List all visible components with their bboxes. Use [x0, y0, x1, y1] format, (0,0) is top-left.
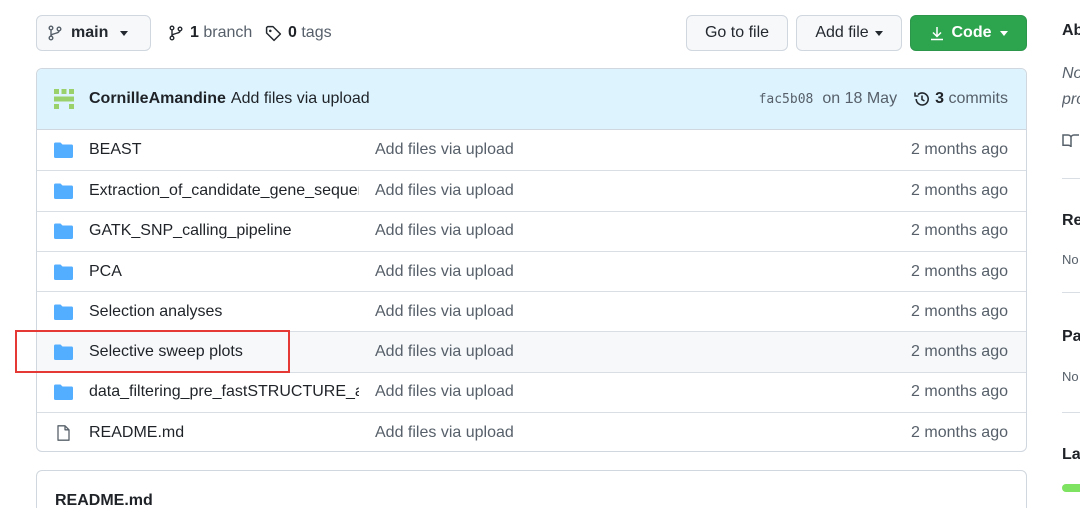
file-commit-age: 2 months ago: [911, 383, 1008, 401]
file-commit-message-link[interactable]: Add files via upload: [375, 303, 514, 321]
file-name-link[interactable]: Selection analyses: [89, 303, 359, 321]
commits-label: commits: [948, 90, 1008, 107]
chevron-down-icon: [120, 30, 129, 36]
commits-link[interactable]: 3 commits: [913, 90, 1008, 108]
folder-icon: [54, 223, 73, 240]
file-commit-message-link[interactable]: Add files via upload: [375, 263, 514, 281]
download-icon: [930, 26, 943, 40]
commit-sha[interactable]: fac5b08: [759, 92, 814, 107]
file-name-link[interactable]: README.md: [89, 424, 359, 442]
packages-note: No: [1062, 369, 1079, 384]
repository-page: main 1 branch 0 tags Go to file Add file…: [0, 0, 1080, 508]
file-commit-message-link[interactable]: Add files via upload: [375, 182, 514, 200]
folder-icon: [54, 142, 73, 159]
packages-heading[interactable]: Pa: [1062, 328, 1080, 346]
add-file-button[interactable]: Add file: [796, 15, 902, 51]
about-description-line2: pro: [1062, 91, 1080, 108]
branches-count: 1: [190, 24, 199, 41]
file-commit-age: 2 months ago: [911, 343, 1008, 361]
file-row[interactable]: Selection analyses Add files via upload 2 …: [37, 291, 1026, 331]
file-row[interactable]: BEAST Add files via upload 2 months ago: [37, 130, 1026, 170]
file-name-link[interactable]: Selective sweep plots: [89, 343, 359, 361]
folder-icon: [54, 264, 73, 280]
branch-name: main: [71, 24, 109, 41]
folder-icon: [54, 344, 73, 361]
file-name-link[interactable]: data_filtering_pre_fastSTRUCTURE_an...: [89, 383, 359, 401]
releases-note: No: [1062, 252, 1079, 267]
commits-count: 3: [935, 90, 944, 107]
file-name-link[interactable]: Extraction_of_candidate_gene_sequen...: [89, 182, 359, 200]
file-commit-message-link[interactable]: Add files via upload: [375, 383, 514, 401]
tag-icon: [265, 25, 282, 41]
book-icon: [1062, 134, 1079, 148]
readme-panel: README.md: [36, 470, 1027, 508]
file-name-link[interactable]: PCA: [89, 263, 359, 281]
languages-heading: La: [1062, 446, 1080, 463]
file-row[interactable]: data_filtering_pre_fastSTRUCTURE_an... Ad…: [37, 371, 1026, 412]
file-browser: CornilleAmandine Add files via upload fa…: [36, 68, 1027, 452]
commit-author[interactable]: CornilleAmandine: [89, 90, 226, 108]
chevron-down-icon: [999, 30, 1008, 36]
history-icon: [914, 92, 930, 106]
folder-icon: [54, 304, 73, 320]
releases-heading[interactable]: Re: [1062, 212, 1080, 230]
branches-label: branch: [203, 24, 253, 41]
git-branch-icon: [169, 25, 183, 41]
sidebar-divider: [1062, 178, 1080, 179]
code-label: Code: [951, 24, 992, 41]
sidebar-divider: [1062, 412, 1080, 413]
sidebar-divider: [1062, 292, 1080, 293]
file-row[interactable]: Extraction_of_candidate_gene_sequen... Ad…: [37, 170, 1026, 210]
file-name-link[interactable]: BEAST: [89, 141, 359, 159]
readme-title[interactable]: README.md: [55, 492, 153, 508]
file-row[interactable]: Selective sweep plots Add files via uploa…: [37, 331, 1026, 372]
file-name-link[interactable]: GATK_SNP_calling_pipeline: [89, 222, 359, 240]
file-row[interactable]: PCA Add files via upload 2 months ago: [37, 250, 1026, 291]
tags-count: 0: [288, 24, 297, 41]
file-row[interactable]: GATK_SNP_calling_pipeline Add files via u…: [37, 210, 1026, 251]
file-commit-age: 2 months ago: [911, 423, 1008, 441]
file-commit-message-link[interactable]: Add files via upload: [375, 424, 514, 442]
file-row[interactable]: README.md Add files via upload 2 months ag…: [37, 412, 1026, 451]
about-heading: Ab: [1062, 22, 1080, 39]
git-branch-icon: [48, 25, 62, 41]
file-commit-age: 2 months ago: [911, 141, 1008, 159]
folder-icon: [54, 384, 73, 401]
language-bar: [1062, 484, 1080, 492]
branch-select-button[interactable]: main: [36, 15, 151, 51]
folder-icon: [54, 183, 73, 199]
go-to-file-button[interactable]: Go to file: [686, 15, 788, 51]
add-file-label: Add file: [815, 24, 869, 41]
file-commit-message-link[interactable]: Add files via upload: [375, 141, 514, 159]
commit-message[interactable]: Add files via upload: [231, 90, 370, 108]
chevron-down-icon: [874, 30, 883, 36]
commit-date: on 18 May: [822, 90, 898, 107]
about-sidebar: Ab No pro Re No Pa No La: [1062, 0, 1080, 508]
latest-commit-bar: CornilleAmandine Add files via upload fa…: [37, 69, 1026, 130]
about-description-line1: No: [1062, 65, 1080, 82]
file-list: BEAST Add files via upload 2 months ago Ext…: [37, 130, 1026, 451]
file-commit-age: 2 months ago: [911, 302, 1008, 320]
branches-link[interactable]: 1 branch: [168, 15, 252, 51]
file-commit-age: 2 months ago: [911, 181, 1008, 199]
code-button[interactable]: Code: [910, 15, 1027, 51]
avatar[interactable]: [51, 86, 77, 112]
file-commit-message-link[interactable]: Add files via upload: [375, 222, 514, 240]
file-commit-message-link[interactable]: Add files via upload: [375, 343, 514, 361]
file-commit-age: 2 months ago: [911, 262, 1008, 280]
tags-link[interactable]: 0 tags: [265, 15, 332, 51]
file-commit-age: 2 months ago: [911, 222, 1008, 240]
tags-label: tags: [301, 24, 332, 41]
file-icon: [54, 424, 73, 441]
